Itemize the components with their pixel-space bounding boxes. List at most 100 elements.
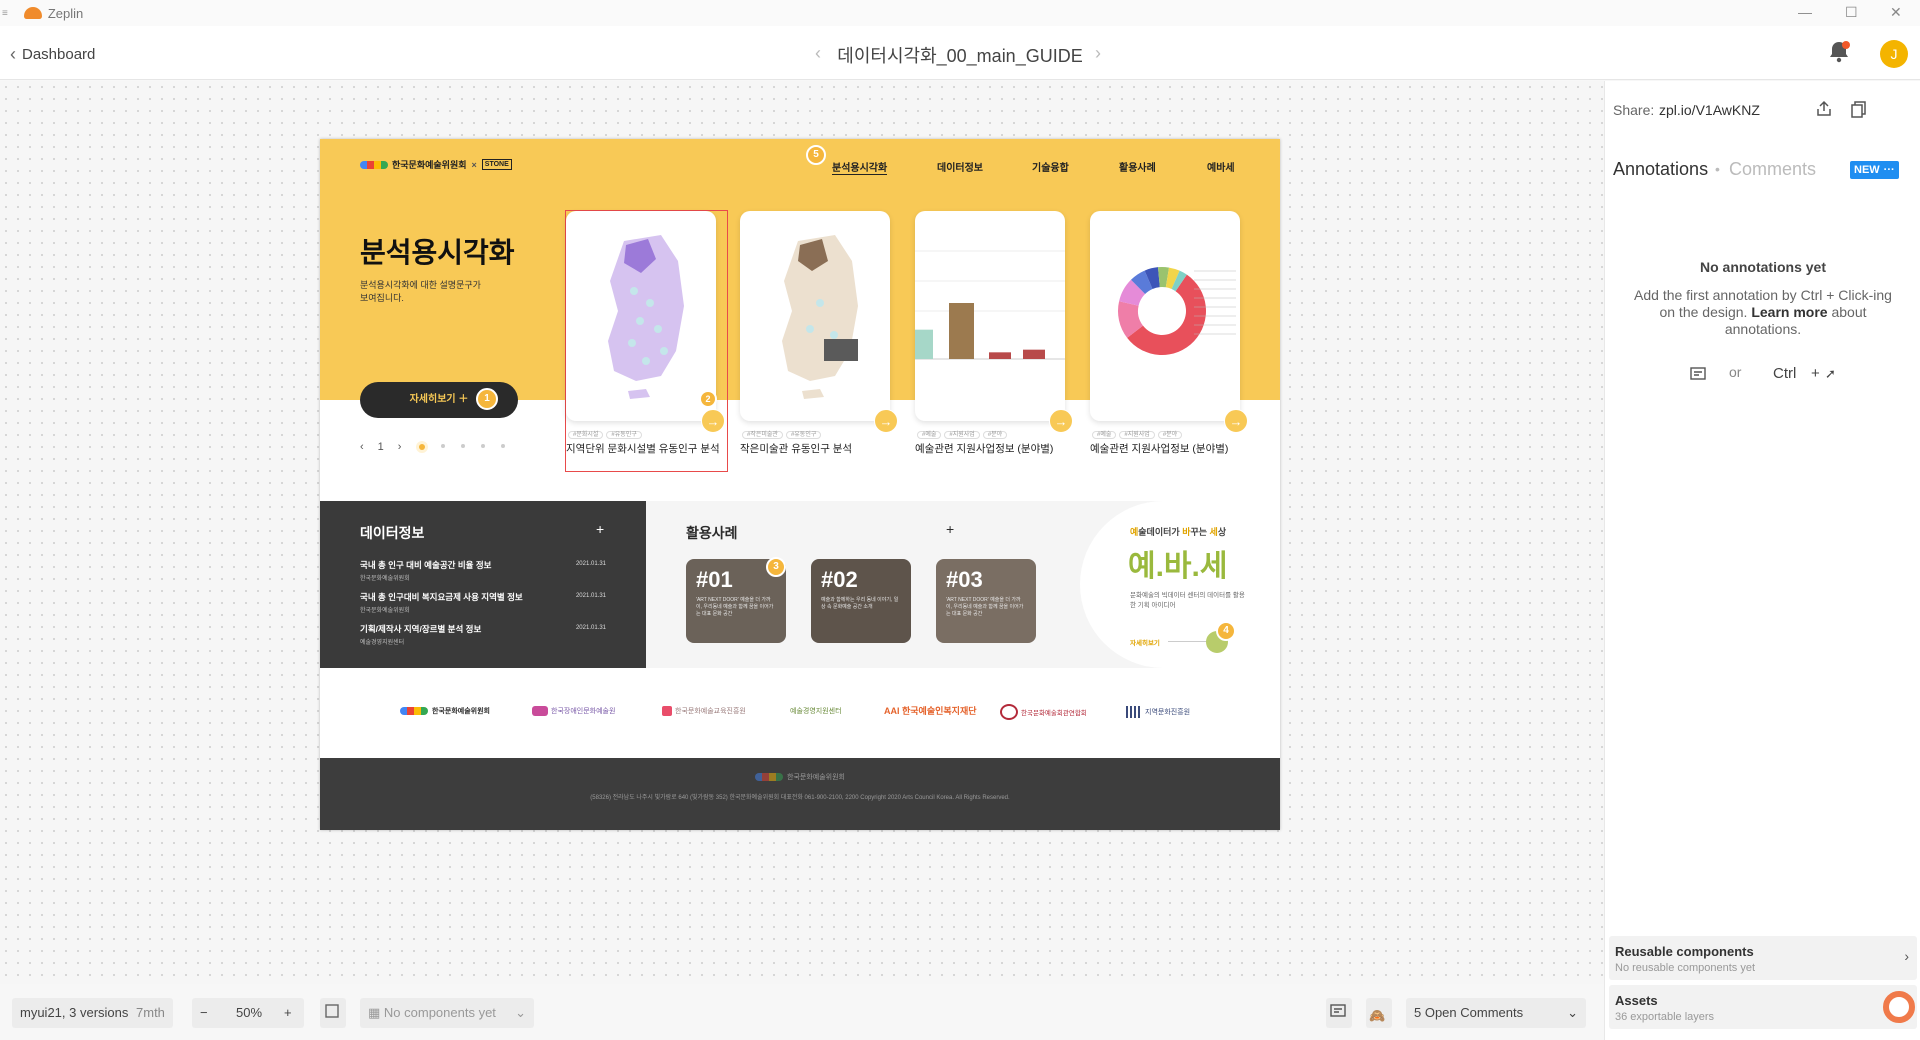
pager-dot[interactable] [441,444,446,448]
page-number: 1 [377,441,384,453]
yebase-logo: 예.바.세 [1128,550,1228,583]
version-label: myui21, 3 versions [20,1005,129,1020]
learn-more-link[interactable]: Learn more [1751,304,1827,320]
partner-logo-education[interactable]: 한국문화예술교육진흥원 [662,706,746,716]
annotation-pin-3[interactable]: 3 [766,557,786,577]
pager-dot-active[interactable] [419,444,426,450]
yebase-section: 예술데이터가 바꾸는 세상 예.바.세 문화예술의 빅데이터 센터의 데이터를 … [1080,501,1280,668]
design-artboard[interactable]: 한국문화예술위원회 × STONE 분석용시각화 데이터정보 기술융합 활용사례… [320,139,1280,830]
nav-item-cases[interactable]: 활용사례 [1119,159,1156,174]
data-info-item[interactable]: 국내 총 인구 대비 예술공간 비율 정보 한국문화예술위원회 2021.01.… [360,559,606,582]
maximize-icon[interactable]: ☐ [1845,4,1858,21]
partner-logo: STONE [481,159,512,170]
arrow-right-icon[interactable]: → [874,409,898,433]
zoom-out-button[interactable]: − [200,998,208,1028]
prev-screen-icon[interactable]: ‹ [815,43,821,64]
chevron-right-icon[interactable]: › [398,441,402,453]
annotation-pin-1[interactable]: 1 [476,388,498,410]
reusable-components-sub: No reusable components yet [1615,962,1756,974]
components-dropdown[interactable]: ▦ No components yet ⌄ [360,998,534,1028]
arrow-right-icon[interactable]: → [1049,409,1073,433]
nav-item-data-info[interactable]: 데이터정보 [937,159,983,174]
annotation-pin-5[interactable]: 5 [806,145,826,165]
partner-mark-icon [1126,706,1142,718]
data-info-item[interactable]: 국내 총 인구대비 복지요금제 사용 지역별 정보 한국문화예술위원회 2021… [360,591,606,614]
viz-card-regional[interactable] [566,211,716,421]
carousel-pager: ‹ 1 › [360,441,506,453]
viz-card-support-donut[interactable] [1090,211,1240,421]
or-label: or [1729,364,1742,380]
partner-logo-management[interactable]: 예술경영지원센터 [790,706,842,716]
korea-map-purple-image [608,235,684,399]
cases-more-icon[interactable]: + [946,521,954,537]
card-title[interactable]: 작은미술관 유동인구 분석 [740,443,852,456]
annotation-pin-2[interactable]: 2 [699,390,717,408]
pager-dot[interactable] [461,444,466,448]
chevron-left-icon[interactable]: ‹ [360,441,364,453]
export-icon[interactable] [1815,100,1833,118]
brand-separator: × [471,159,477,170]
card-title[interactable]: 예술관련 지원사업정보 (분야별) [1090,443,1228,456]
viz-card-small-gallery[interactable] [740,211,890,421]
arrow-right-icon[interactable]: → [1224,409,1248,433]
help-lifebuoy-icon[interactable] [1883,991,1915,1023]
reusable-components-card[interactable]: Reusable components No reusable componen… [1609,936,1917,980]
nav-item-analysis[interactable]: 분석용시각화 [832,159,888,175]
case-card-02[interactable]: #02 예술과 함께하는 우리 동네 이야기, 일상 속 문화예술 공간 소개 [811,559,911,643]
data-info-item[interactable]: 기획/제작사 지역/장르별 분석 정보 예술경영지원센터 2021.01.31 [360,623,606,646]
arrow-right-icon[interactable]: → [701,409,725,433]
document-title: 데이터시각화_00_main_GUIDE [837,46,1083,66]
card-tags: #문화시설 #유동인구 [568,429,645,439]
zoom-level[interactable]: 50% [236,998,262,1028]
user-avatar[interactable]: J [1880,40,1908,68]
zeplin-logo-icon [23,7,42,19]
partner-mark-icon [662,706,672,716]
share-label: Share: [1613,102,1655,118]
partner-logo-welfare[interactable]: AAI 한국예술인복지재단 [884,704,977,717]
site-logo[interactable]: 한국문화예술위원회 × STONE [360,158,512,171]
partner-logo-kocaca[interactable]: 한국문화예술회관연합회 [1000,704,1087,720]
bottom-bar: myui21, 3 versions 7mth − 50% + ▦ No com… [0,984,1604,1040]
tab-comments[interactable]: Comments [1729,159,1816,180]
copy-icon[interactable] [1850,100,1868,118]
partner-logo-arko[interactable]: 한국문화예술위원회 [400,706,490,716]
menu-icon[interactable]: ≡ [2,8,8,19]
comment-add-icon[interactable] [1326,998,1352,1028]
new-badge[interactable]: NEW ··· [1850,161,1899,179]
nav-item-yebase[interactable]: 예바세 [1207,159,1235,174]
assets-card[interactable]: Assets 36 exportable layers [1609,985,1917,1029]
layers-icon[interactable] [320,998,346,1028]
data-info-more-icon[interactable]: + [596,521,604,537]
partner-logo-disability[interactable]: 한국장애인문화예술원 [532,706,615,716]
yebase-more-link[interactable]: 자세히보기 [1130,637,1160,647]
open-comments-dropdown[interactable]: 5 Open Comments ⌄ [1406,998,1586,1028]
close-icon[interactable]: ✕ [1890,4,1902,21]
card-title[interactable]: 예술관련 지원사업정보 (분야별) [915,443,1053,456]
pager-dot[interactable] [481,444,486,448]
chart-gridlines [915,250,1065,312]
zoom-in-button[interactable]: + [284,998,292,1028]
minimize-icon[interactable]: — [1798,4,1812,20]
viz-card-support-bar[interactable] [915,211,1065,421]
brand-name: 한국문화예술위원회 [392,160,467,170]
version-chip[interactable]: myui21, 3 versions 7mth [12,998,173,1028]
site-footer: 한국문화예술위원회 (58326) 전라남도 나주시 빛가람로 640 (빛가람… [320,758,1280,830]
version-age: 7mth [136,1005,165,1020]
zoom-control: − 50% + [192,998,304,1028]
bar-mark [915,329,933,359]
empty-state-title: No annotations yet [1699,259,1826,275]
next-screen-icon[interactable]: › [1095,43,1101,64]
pager-dot[interactable] [501,444,506,448]
card-title[interactable]: 지역단위 문화시설별 유동인구 분석 [566,443,724,456]
tab-annotations[interactable]: Annotations [1613,159,1708,180]
add-annotation-icon[interactable] [1689,365,1707,383]
nav-item-tech[interactable]: 기술융합 [1032,159,1069,174]
partner-logo-regional[interactable]: 지역문화진흥원 [1126,706,1190,718]
monkey-emoji-icon[interactable]: 🙈 [1366,998,1392,1028]
components-label: No components yet [383,1005,496,1020]
share-url[interactable]: zpl.io/V1AwKNZ [1659,102,1760,118]
chevron-right-icon: › [1904,948,1909,964]
case-card-03[interactable]: #03 'ART NEXT DOOR' 예술을 더 가까이, 우리동네 예술과 함… [936,559,1036,643]
annotation-pin-4[interactable]: 4 [1216,621,1236,641]
notification-bell-icon[interactable] [1826,39,1852,65]
